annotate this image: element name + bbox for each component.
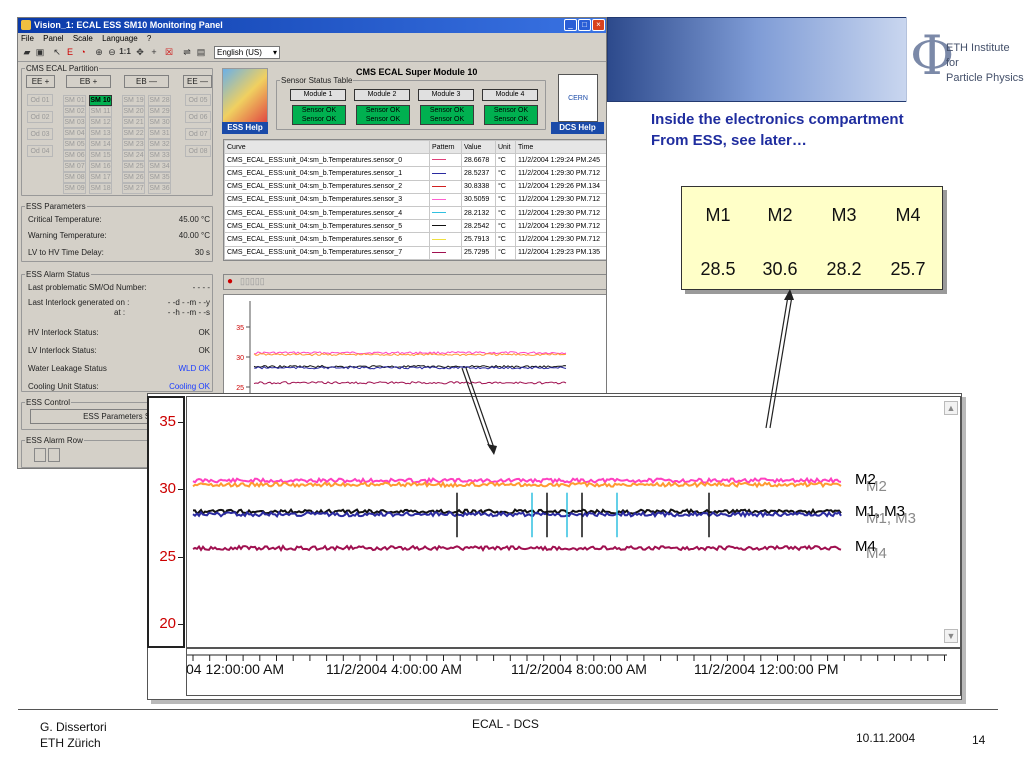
footer-page: 14 bbox=[972, 733, 986, 747]
y-tick-label: 20 bbox=[159, 615, 176, 632]
callout-arrows bbox=[461, 289, 794, 455]
y-tick-label: 25 bbox=[159, 547, 176, 565]
y-tick-mark bbox=[178, 421, 185, 423]
y-tick-mark bbox=[178, 489, 185, 490]
y-tick-mark bbox=[178, 556, 185, 558]
series-label: M4 bbox=[855, 538, 876, 556]
y-tick-label: 30 bbox=[159, 480, 176, 497]
arrow-to-values bbox=[765, 289, 794, 429]
x-tick-label: 11/2/2004 12:00:00 PM bbox=[694, 661, 839, 677]
x-tick-label: 11/2/2004 8:00:00 AM bbox=[511, 661, 647, 677]
x-tick-label: 11/2/2004 4:00:00 AM bbox=[326, 661, 462, 677]
arrow-to-zoom bbox=[461, 367, 497, 455]
footer-divider bbox=[18, 709, 998, 710]
series-label: M2 bbox=[855, 470, 876, 488]
y-tick-label: 35 bbox=[159, 412, 176, 430]
x-tick-label: 04 12:00:00 AM bbox=[186, 661, 285, 677]
footer-center: ECAL - DCS bbox=[472, 717, 539, 731]
series-label: M1, M3 bbox=[855, 502, 906, 520]
footer-author: G. Dissertori ETH Zürich bbox=[40, 720, 107, 750]
y-tick-mark bbox=[178, 624, 185, 625]
footer-date: 10.11.2004 bbox=[856, 731, 916, 745]
